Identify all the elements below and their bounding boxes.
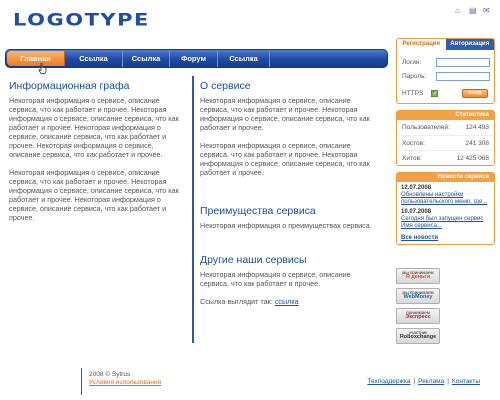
other-services-text: Некоторая информация о сервисе, описание… <box>200 270 351 288</box>
https-checkbox[interactable] <box>431 90 439 97</box>
login-row: Логин: <box>402 58 490 67</box>
advantages-section: Преимущества сервиса Некоторая информаци… <box>200 205 378 230</box>
password-row: Пароль: <box>402 72 490 81</box>
info-paragraph: Некоторая информация о сервисе, описание… <box>9 96 179 159</box>
webmoney-badge[interactable]: мы принимаем WebMoney <box>396 288 440 304</box>
map-icon[interactable]: ▤ <box>469 7 477 15</box>
stats-label: Пользователей: <box>402 124 450 131</box>
about-paragraph: Некоторая информация о сервисе, описание… <box>200 96 370 132</box>
news-link[interactable]: Сегодня был запущен сервис Имя сервиса..… <box>401 216 490 230</box>
login-submit-button[interactable]: вход <box>462 89 488 98</box>
news-link[interactable]: Обновлены настройки пользовательского ме… <box>401 192 490 206</box>
copyright: 2008 © Sytrus <box>89 371 131 378</box>
badge-name: Я деньги <box>405 274 431 280</box>
footer-divider <box>81 368 82 395</box>
stats-value: 241 308 <box>465 139 490 147</box>
info-title: Информационная графа <box>9 80 130 92</box>
info-column: Информационная графа Некоторая информаци… <box>9 80 187 222</box>
stats-value: 12 425 068 <box>456 154 489 162</box>
login-label: Логин: <box>402 59 422 66</box>
home-icon[interactable]: ⌂ <box>455 7 462 15</box>
nav-item-home[interactable]: Главная <box>7 51 65 66</box>
login-tabs: Регистрация Авторизация <box>397 39 494 50</box>
advantages-text: Некоторая информация о преимуществах сер… <box>200 221 372 230</box>
stats-value: 124 493 <box>465 124 490 131</box>
example-link[interactable]: ссылка <box>275 297 299 306</box>
yandex-money-badge[interactable]: мы принимаем Я деньги <box>396 268 440 284</box>
logo[interactable]: LOGOTYPE <box>13 10 150 30</box>
login-input[interactable] <box>436 58 490 67</box>
main-column: О сервисе Некоторая информация о сервисе… <box>200 80 378 318</box>
top-icons: ⌂ ▤ ✉ <box>455 7 490 15</box>
tab-login[interactable]: Авторизация <box>445 39 494 50</box>
news-title: Новости сервиса <box>397 173 494 182</box>
footer-link-ads[interactable]: Реклама <box>418 378 444 385</box>
nav-item-forum[interactable]: Форум <box>170 50 218 67</box>
footer-links: Техподдержка | Реклама | Контакты <box>367 378 480 385</box>
stats-row: Пользователей: 124 493 <box>397 120 494 135</box>
stats-row: Хостов: 241 308 <box>397 135 494 150</box>
other-services-section: Другие наши сервисы Некоторая информация… <box>200 254 378 306</box>
footer-link-contacts[interactable]: Контакты <box>452 378 480 385</box>
nav-item-link-1[interactable]: Ссылка <box>65 50 123 67</box>
column-divider <box>192 76 194 343</box>
sidebar: Регистрация Авторизация Логин: Пароль: H… <box>396 38 495 245</box>
password-label: Пароль: <box>402 73 427 80</box>
login-box: Регистрация Авторизация Логин: Пароль: H… <box>396 38 495 104</box>
footer-left: 2008 © Sytrus Условия использования <box>89 371 161 387</box>
stats-panel: Статистика Пользователей: 124 493 Хостов… <box>396 110 495 166</box>
nav-item-link-3[interactable]: Ссылка <box>218 50 270 67</box>
express-badge[interactable]: принимаем Экспресс <box>396 308 440 324</box>
info-paragraph: Некоторая информация о сервисе, описание… <box>9 168 179 222</box>
roboxchange-badge[interactable]: участник Roboxchange <box>396 328 440 344</box>
mail-icon[interactable]: ✉ <box>483 7 490 15</box>
stats-row: Хитов: 12 425 068 <box>397 150 494 165</box>
other-services-title: Другие наши сервисы <box>200 254 307 266</box>
advantages-title: Преимущества сервиса <box>200 205 316 217</box>
https-row: HTTPS <box>402 90 439 97</box>
all-news-link[interactable]: Все новости <box>397 230 494 244</box>
about-title: О сервисе <box>200 80 251 92</box>
about-section: О сервисе Некоторая информация о сервисе… <box>200 80 378 177</box>
news-item: 12.07.2008 Обновлены настройки пользоват… <box>397 182 494 206</box>
footer-separator: | <box>447 378 449 385</box>
news-date: 10.07.2008 <box>401 209 432 215</box>
news-panel: Новости сервиса 12.07.2008 Обновлены нас… <box>396 172 495 245</box>
link-example-prefix: Ссылка выглядит так: <box>200 297 273 306</box>
link-example: Ссылка выглядит так: ссылка <box>200 297 378 306</box>
payment-badges: мы принимаем Я деньги мы принимаем WebMo… <box>396 268 440 348</box>
stats-title: Статистика <box>397 111 494 120</box>
badge-name: WebMoney <box>403 294 433 300</box>
stats-label: Хитов: <box>402 154 422 162</box>
news-item: 10.07.2008 Сегодня был запущен сервис Им… <box>397 206 494 230</box>
stats-label: Хостов: <box>402 139 425 147</box>
badge-name: Экспресс <box>405 314 431 320</box>
https-label: HTTPS <box>402 90 424 97</box>
terms-link[interactable]: Условия использования <box>89 379 161 387</box>
footer-separator: | <box>413 378 416 385</box>
hand-cursor-icon <box>38 63 47 74</box>
main-nav: Главная Ссылка Ссылка Форум Ссылка <box>5 49 388 68</box>
news-date: 12.07.2008 <box>401 185 432 191</box>
tab-register[interactable]: Регистрация <box>397 39 446 50</box>
about-paragraph: Некоторая информация о сервисе, описание… <box>200 141 370 177</box>
nav-item-link-2[interactable]: Ссылка <box>123 50 170 67</box>
footer-link-support[interactable]: Техподдержка <box>367 378 410 385</box>
password-input[interactable] <box>436 72 490 81</box>
badge-name: Roboxchange <box>399 334 437 340</box>
